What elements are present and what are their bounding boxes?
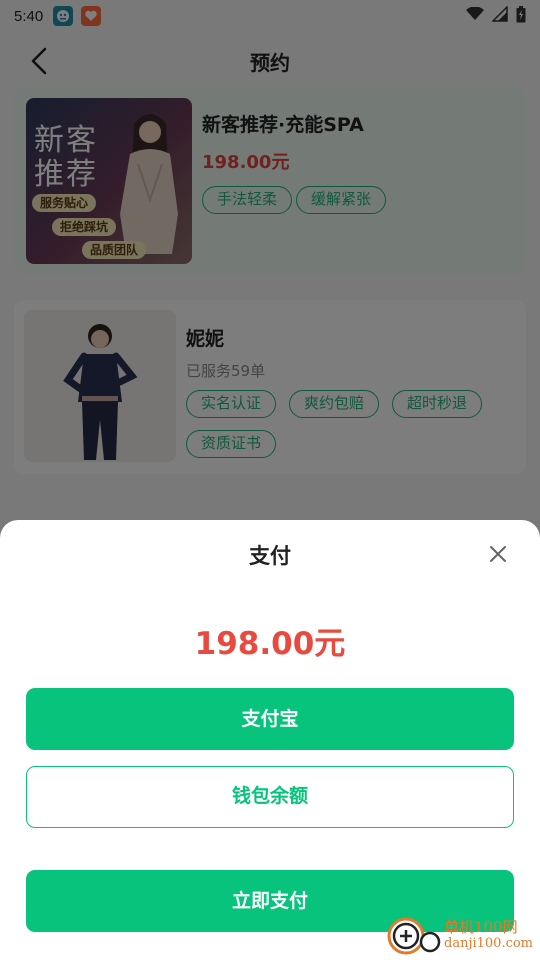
site-watermark: 单机100网 danji100.com: [386, 914, 534, 956]
payment-sheet: 支付 198.00元 支付宝 钱包余额 立即支付 单机100网 danji100…: [0, 520, 540, 960]
payment-sheet-title: 支付: [249, 544, 291, 568]
close-button[interactable]: [482, 538, 514, 570]
alipay-option-button[interactable]: 支付宝: [26, 688, 514, 750]
watermark-title: 单机100网: [444, 918, 518, 936]
wallet-balance-option-button[interactable]: 钱包余额: [26, 766, 514, 828]
watermark-url: danji100.com: [444, 936, 534, 951]
watermark-logo-icon: [387, 917, 441, 955]
close-icon: [490, 546, 506, 562]
payment-amount: 198.00元: [194, 626, 346, 662]
